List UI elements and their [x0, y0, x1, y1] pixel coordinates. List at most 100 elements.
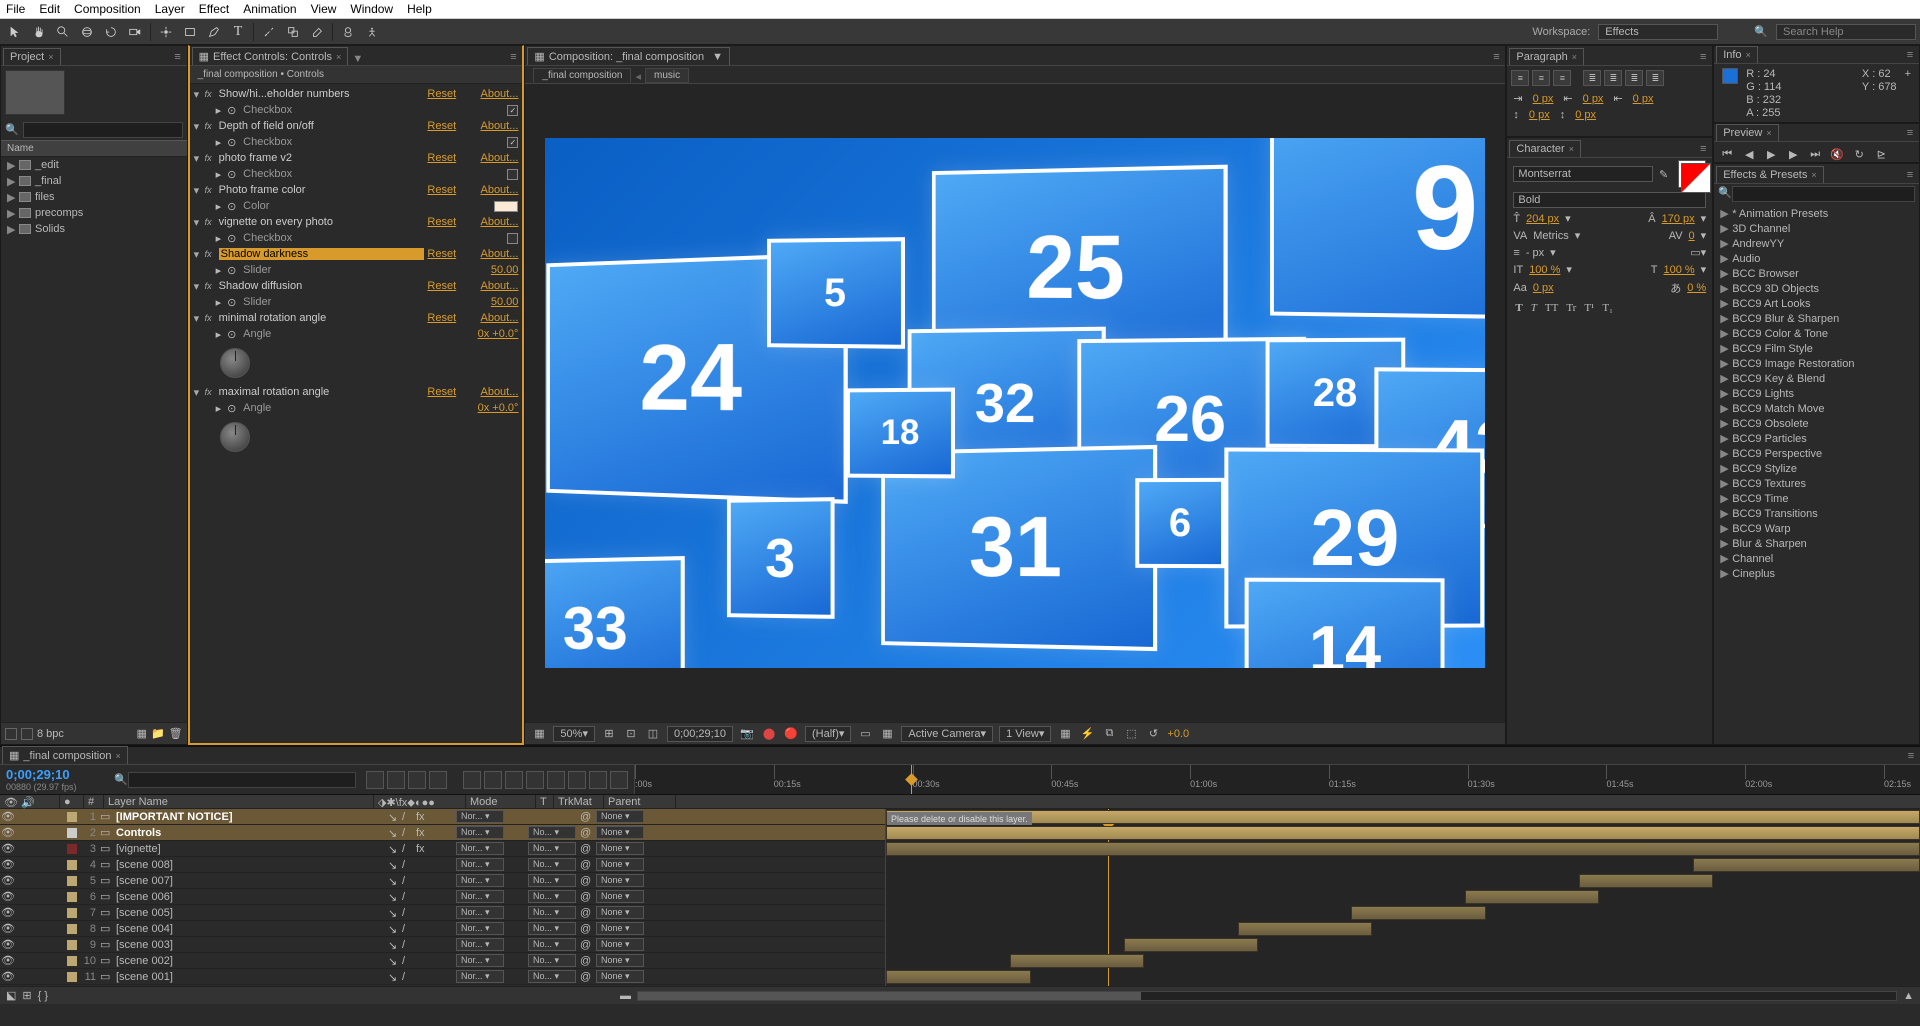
parent-dropdown[interactable]: None ▾	[596, 890, 668, 903]
label-color[interactable]	[67, 972, 77, 982]
menu-help[interactable]: Help	[407, 2, 432, 16]
preset-category[interactable]: ▶Channel	[1714, 551, 1919, 566]
visibility-icon[interactable]: 👁	[0, 826, 16, 839]
layer-name-column[interactable]: Layer Name	[104, 795, 374, 808]
disclosure-icon[interactable]: ▶	[7, 223, 15, 236]
effect-name[interactable]: Photo frame color	[219, 184, 425, 196]
stroke-over-icon[interactable]: ▭▾	[1690, 246, 1706, 259]
layer-switches[interactable]: ↘/	[384, 875, 456, 887]
preset-category[interactable]: ▶BCC9 Blur & Sharpen	[1714, 311, 1919, 326]
grid-icon[interactable]: ⊞	[601, 726, 617, 742]
parent-pick-icon[interactable]: @	[580, 859, 596, 871]
parent-pick-icon[interactable]: @	[580, 891, 596, 903]
resolution-dropdown[interactable]: (Half) ▾	[805, 726, 851, 742]
layer-bar[interactable]: Please delete or disable this layer.	[886, 810, 1920, 824]
label-color[interactable]	[67, 892, 77, 902]
layer-name[interactable]: [scene 004]	[114, 923, 384, 935]
disclosure-icon[interactable]: ▾	[194, 216, 202, 229]
checkbox[interactable]	[507, 233, 518, 244]
baseline-value[interactable]: 0 px	[1533, 282, 1554, 294]
timeline-layer-row[interactable]: 👁3▭[vignette]↘/fxNor... ▾No... ▾@None ▾	[0, 841, 885, 857]
delete-icon[interactable]: 🗑	[169, 727, 183, 740]
track-matte[interactable]: No... ▾	[528, 938, 580, 951]
label-color[interactable]	[67, 876, 77, 886]
disclosure-icon[interactable]: ▶	[1720, 342, 1728, 355]
space-after-value[interactable]: 0 px	[1575, 109, 1596, 121]
visibility-icon[interactable]: 👁	[0, 954, 16, 967]
blend-mode[interactable]: Nor... ▾	[456, 826, 528, 839]
fast-preview-icon[interactable]: ⚡	[1079, 726, 1095, 742]
parent-dropdown[interactable]: None ▾	[596, 858, 668, 871]
timeline-layer-row[interactable]: 👁7▭[scene 005]↘/Nor... ▾No... ▾@None ▾	[0, 905, 885, 921]
bpc-label[interactable]: 8 bpc	[37, 728, 64, 740]
project-tab[interactable]: Project×	[3, 48, 61, 65]
tsume-value[interactable]: 0 %	[1687, 282, 1706, 294]
preset-category[interactable]: ▶BCC9 Time	[1714, 491, 1919, 506]
project-folder[interactable]: ▶precomps	[1, 205, 187, 221]
preset-category[interactable]: ▶BCC9 Color & Tone	[1714, 326, 1919, 341]
justify-center-icon[interactable]: ≣	[1604, 70, 1622, 86]
parent-pick-icon[interactable]: @	[580, 811, 596, 823]
project-name-header[interactable]: Name	[1, 140, 187, 157]
checkbox[interactable]	[507, 169, 518, 180]
workspace-dropdown[interactable]: Effects	[1598, 24, 1718, 40]
about-link[interactable]: About...	[472, 280, 518, 292]
timeline-search-input[interactable]	[128, 772, 356, 788]
parent-column[interactable]: Parent	[604, 795, 676, 808]
camera-tool-icon[interactable]	[124, 21, 146, 43]
disclosure-icon[interactable]: ▾	[194, 120, 202, 133]
color-swatch[interactable]	[494, 201, 518, 212]
prev-frame-icon[interactable]: ◀	[1740, 146, 1758, 162]
timeline-layer-row[interactable]: 👁1▭[IMPORTANT NOTICE]↘/fxNor... ▾@None ▾	[0, 809, 885, 825]
current-time[interactable]: 0;00;29;10	[667, 726, 733, 742]
disclosure-icon[interactable]: ▸	[216, 168, 222, 181]
label-color[interactable]	[67, 940, 77, 950]
visibility-icon[interactable]: 👁	[0, 970, 16, 983]
timeline-layer-row[interactable]: 👁8▭[scene 004]↘/Nor... ▾No... ▾@None ▾	[0, 921, 885, 937]
flowchart-icon[interactable]: ⬚	[1123, 726, 1139, 742]
effect-controls-tab[interactable]: ▦ Effect Controls: Controls×	[192, 47, 349, 65]
disclosure-icon[interactable]: ▾	[194, 248, 202, 261]
disclosure-icon[interactable]: ▸	[216, 264, 222, 277]
blend-mode[interactable]: Nor... ▾	[456, 938, 528, 951]
label-color[interactable]	[67, 956, 77, 966]
preset-category[interactable]: ▶BCC9 Lights	[1714, 386, 1919, 401]
magnification-icon[interactable]: ▦	[531, 726, 547, 742]
roi-icon[interactable]: ▭	[857, 726, 873, 742]
tl-tool-icon[interactable]	[484, 771, 502, 789]
disclosure-icon[interactable]: ▶	[1720, 357, 1728, 370]
preset-category[interactable]: ▶BCC9 Key & Blend	[1714, 371, 1919, 386]
playhead[interactable]	[911, 765, 912, 794]
disclosure-icon[interactable]: ▸	[216, 104, 222, 117]
zoom-tool-icon[interactable]	[52, 21, 74, 43]
disclosure-icon[interactable]: ▸	[216, 328, 222, 341]
preset-category[interactable]: ▶BCC9 Art Looks	[1714, 296, 1919, 311]
timeline-layer-row[interactable]: 👁9▭[scene 003]↘/Nor... ▾No... ▾@None ▾	[0, 937, 885, 953]
preview-tab[interactable]: Preview×	[1716, 124, 1778, 141]
blend-mode[interactable]: Nor... ▾	[456, 842, 528, 855]
parent-dropdown[interactable]: None ▾	[596, 842, 668, 855]
hscale-value[interactable]: 100 %	[1663, 264, 1694, 276]
first-frame-icon[interactable]: ⏮	[1718, 146, 1736, 162]
disclosure-icon[interactable]: ▶	[1720, 387, 1728, 400]
menu-layer[interactable]: Layer	[155, 2, 185, 16]
disclosure-icon[interactable]: ▾	[194, 152, 202, 165]
slider-value[interactable]: 50.00	[491, 296, 519, 308]
disclosure-icon[interactable]: ▶	[1720, 282, 1728, 295]
exposure-value[interactable]: +0.0	[1167, 728, 1189, 740]
timeline-layer-row[interactable]: 👁5▭[scene 007]↘/Nor... ▾No... ▾@None ▾	[0, 873, 885, 889]
angle-dial[interactable]	[220, 348, 250, 378]
layer-name[interactable]: [scene 001]	[114, 971, 384, 983]
disclosure-icon[interactable]: ▶	[1720, 567, 1728, 580]
tl-tool-icon[interactable]	[463, 771, 481, 789]
reset-link[interactable]: Reset	[427, 152, 469, 164]
next-frame-icon[interactable]: ▶	[1784, 146, 1802, 162]
font-family-dropdown[interactable]: Montserrat	[1513, 166, 1653, 182]
tl-tool-icon[interactable]	[429, 771, 447, 789]
preset-category[interactable]: ▶BCC9 Stylize	[1714, 461, 1919, 476]
preset-category[interactable]: ▶Cineplus	[1714, 566, 1919, 581]
effect-name[interactable]: vignette on every photo	[219, 216, 425, 228]
font-style-dropdown[interactable]: Bold	[1513, 192, 1706, 208]
zoom-in-icon[interactable]: ▲	[1903, 990, 1914, 1002]
preset-category[interactable]: ▶BCC9 Warp	[1714, 521, 1919, 536]
